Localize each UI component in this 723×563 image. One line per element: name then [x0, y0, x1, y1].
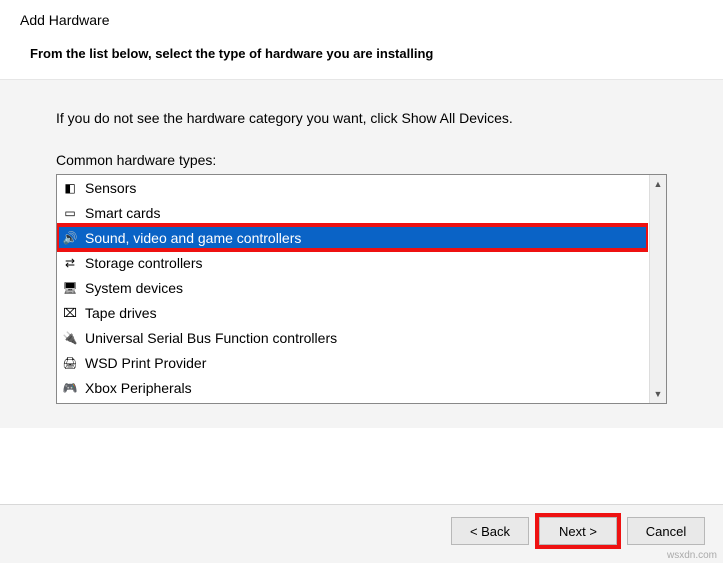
list-item[interactable]: ◧ Sensors: [57, 175, 648, 200]
sensors-icon: ◧: [61, 179, 79, 197]
dialog-subtitle: From the list below, select the type of …: [30, 46, 703, 61]
scroll-down-button[interactable]: ▼: [650, 385, 666, 403]
listbox-scrollbar[interactable]: ▲ ▼: [649, 175, 666, 403]
list-item[interactable]: 🖥 System devices: [57, 275, 648, 300]
sound-icon: 🔊: [61, 229, 79, 247]
storage-icon: ⇄: [61, 254, 79, 272]
wizard-footer: < Back Next > Cancel: [0, 504, 723, 563]
watermark: wsxdn.com: [667, 550, 717, 561]
dialog-title: Add Hardware: [20, 12, 703, 28]
instruction-text: If you do not see the hardware category …: [56, 110, 667, 126]
list-label: Common hardware types:: [56, 152, 667, 168]
list-item-label: Tape drives: [85, 305, 157, 321]
scroll-up-button[interactable]: ▲: [650, 175, 666, 193]
list-item[interactable]: ⇄ Storage controllers: [57, 250, 648, 275]
smart-cards-icon: ▭: [61, 204, 79, 222]
list-item[interactable]: ⌧ Tape drives: [57, 300, 648, 325]
list-item[interactable]: 🔌 Universal Serial Bus Function controlle…: [57, 325, 648, 350]
wsd-print-icon: 🖨: [61, 354, 79, 372]
list-item-label: WSD Print Provider: [85, 355, 206, 371]
next-button[interactable]: Next >: [539, 517, 617, 545]
xbox-icon: 🎮: [61, 379, 79, 397]
cancel-button[interactable]: Cancel: [627, 517, 705, 545]
tape-icon: ⌧: [61, 304, 79, 322]
list-item[interactable]: ▭ Smart cards: [57, 200, 648, 225]
back-button[interactable]: < Back: [451, 517, 529, 545]
list-item-label: Sound, video and game controllers: [85, 230, 301, 246]
list-item[interactable]: 🖨 WSD Print Provider: [57, 350, 648, 375]
list-item-label: Sensors: [85, 180, 136, 196]
wizard-header: Add Hardware From the list below, select…: [0, 0, 723, 79]
list-item[interactable]: 🔊 Sound, video and game controllers: [57, 225, 648, 250]
list-item[interactable]: 🎮 Xbox Peripherals: [57, 375, 648, 400]
usb-icon: 🔌: [61, 329, 79, 347]
list-item-label: System devices: [85, 280, 183, 296]
list-item-label: Xbox Peripherals: [85, 380, 192, 396]
wizard-content: If you do not see the hardware category …: [0, 79, 723, 428]
list-item-label: Storage controllers: [85, 255, 203, 271]
system-icon: 🖥: [61, 279, 79, 297]
list-item-label: Smart cards: [85, 205, 160, 221]
hardware-types-listbox[interactable]: ◧ Sensors ▭ Smart cards 🔊 Sound, video and ga…: [56, 174, 667, 404]
list-item-label: Universal Serial Bus Function controller…: [85, 330, 337, 346]
